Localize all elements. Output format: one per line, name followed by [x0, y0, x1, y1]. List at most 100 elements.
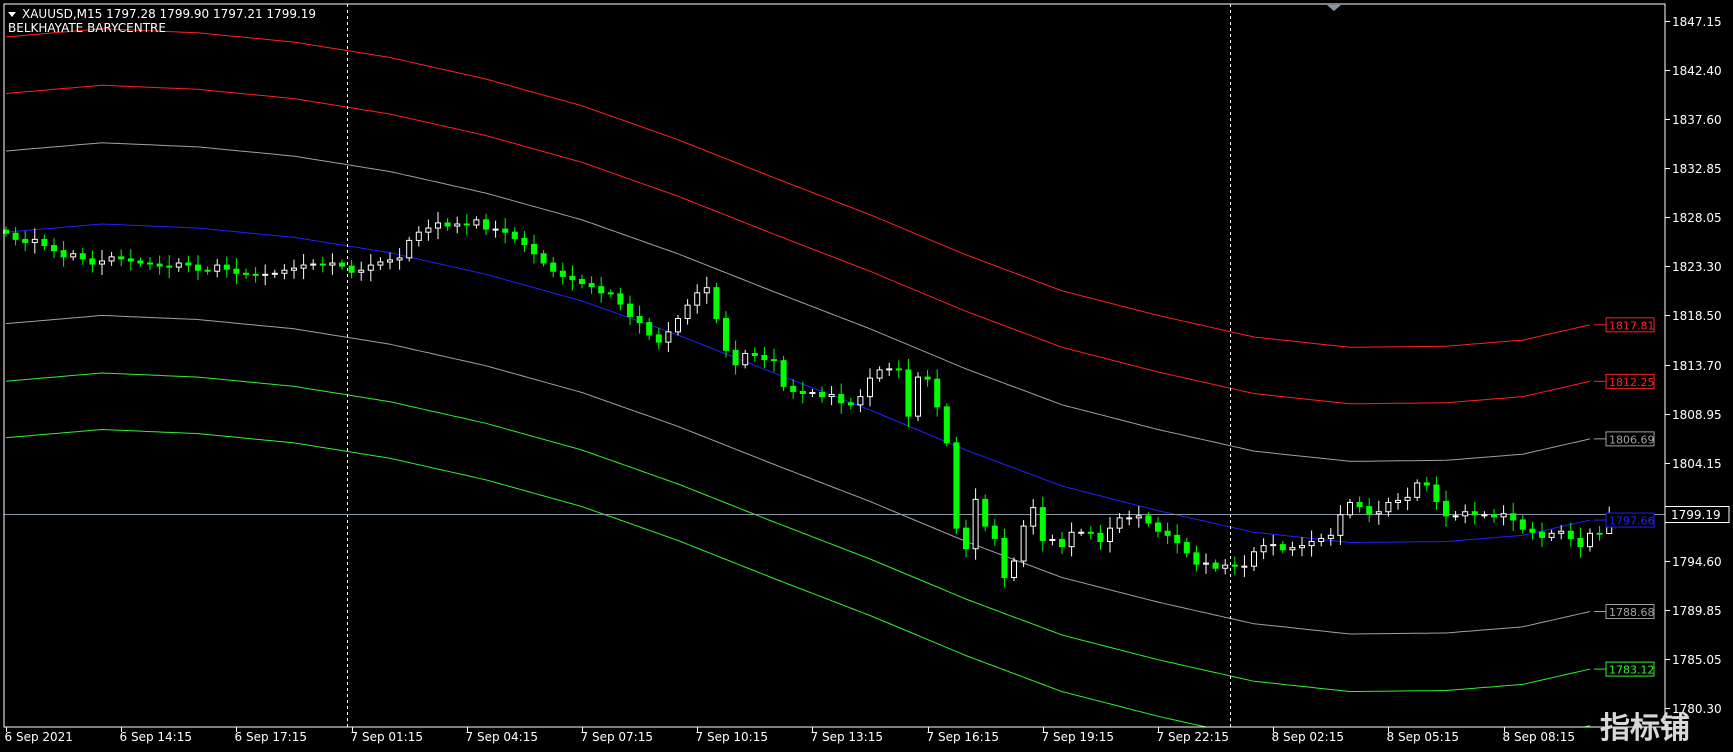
- candle-body: [387, 259, 393, 263]
- candle-body: [819, 392, 825, 398]
- candle-body: [60, 250, 67, 258]
- candle-body: [1327, 534, 1334, 539]
- candle-body: [675, 318, 681, 333]
- candle-body: [1558, 530, 1565, 534]
- price-chart[interactable]: 1817.81 1812.25 1806.69 1797.66 1788.68 1783.…: [0, 0, 1733, 752]
- candle-body: [137, 260, 144, 264]
- candle-body: [895, 368, 902, 371]
- candle-body: [550, 262, 557, 272]
- candle-body: [300, 264, 307, 269]
- candle-body: [665, 331, 672, 343]
- candle-body: [127, 258, 134, 262]
- y-tick-label: 1842.40: [1672, 64, 1722, 78]
- candle-body: [22, 238, 29, 243]
- x-tick-label: 7 Sep 19:15: [1042, 730, 1114, 744]
- candle-body: [1107, 527, 1113, 543]
- candle-body: [771, 359, 777, 362]
- candle-body: [1183, 542, 1190, 554]
- x-tick-label: 7 Sep 01:15: [351, 730, 423, 744]
- candle-body: [444, 222, 451, 227]
- candle-body: [857, 396, 864, 406]
- candle-body: [732, 349, 739, 366]
- band-end-label-upper-2: 1817.81: [1609, 319, 1655, 332]
- candle-body: [1174, 534, 1181, 544]
- candle-body: [1596, 532, 1603, 535]
- candle-body: [943, 406, 950, 444]
- candle-body: [175, 262, 182, 268]
- current-price-label: 1799.19: [1671, 508, 1721, 522]
- candle-body: [655, 334, 662, 343]
- symbol-info: XAUUSD,M15 1797.28 1799.90 1797.21 1799.…: [22, 7, 316, 21]
- candle-body: [1491, 514, 1497, 518]
- candle-body: [636, 315, 643, 324]
- candle-body: [214, 264, 221, 272]
- candle-body: [281, 269, 288, 274]
- candle-body: [982, 498, 989, 527]
- candle-body: [1299, 545, 1305, 549]
- candle: [1414, 479, 1421, 501]
- candle-body: [435, 222, 441, 229]
- candle-body: [291, 267, 297, 271]
- candle: [1020, 520, 1027, 568]
- candle-body: [646, 322, 653, 336]
- y-tick-label: 1789.85: [1672, 604, 1722, 618]
- candle-body: [89, 258, 96, 265]
- candle-body: [1059, 538, 1065, 548]
- x-tick-label: 6 Sep 2021: [5, 730, 73, 744]
- price-axis[interactable]: 1847.15 1842.40 1837.60 1832.85 1828.05 1823.…: [1665, 15, 1722, 716]
- y-tick-label: 1813.70: [1672, 359, 1722, 373]
- candle-body: [1049, 538, 1056, 541]
- candle-body: [905, 369, 912, 417]
- candle-body: [1135, 515, 1142, 519]
- candle-body: [915, 376, 921, 417]
- candle-body: [454, 223, 461, 227]
- y-tick-label: 1837.60: [1672, 113, 1722, 127]
- band-end-label-lower-0: 1788.68: [1609, 606, 1655, 619]
- candle-body: [473, 219, 480, 226]
- candle-body: [51, 245, 57, 252]
- candle-body: [531, 244, 537, 255]
- candle-body: [703, 287, 710, 294]
- x-tick-label: 7 Sep 13:15: [811, 730, 883, 744]
- candle-body: [790, 385, 797, 392]
- x-tick-label: 7 Sep 10:15: [696, 730, 768, 744]
- candle-body: [348, 265, 355, 273]
- candle-body: [1519, 519, 1526, 530]
- candle: [953, 436, 960, 535]
- candle-body: [1385, 501, 1392, 513]
- candle-body: [31, 238, 38, 243]
- candle-body: [185, 262, 192, 266]
- candle-body: [1116, 517, 1123, 529]
- candle-body: [262, 273, 269, 276]
- y-tick-label: 1828.05: [1672, 211, 1722, 225]
- candle-body: [367, 264, 374, 271]
- candle-body: [627, 303, 633, 317]
- x-tick-label: 7 Sep 16:15: [927, 730, 999, 744]
- candle-body: [118, 256, 125, 260]
- candle-body: [1433, 484, 1440, 502]
- candle-body: [963, 527, 969, 550]
- candle-body: [1020, 525, 1027, 562]
- candle-body: [569, 275, 576, 280]
- candle-body: [588, 283, 595, 288]
- candle-body: [1145, 515, 1152, 524]
- candle-body: [1011, 560, 1017, 578]
- candle-body: [415, 231, 422, 241]
- candle-body: [579, 278, 585, 285]
- candle-body: [1462, 511, 1469, 517]
- band-end-label-lower-1: 1783.12: [1609, 664, 1655, 677]
- current-price-tag: 1799.19: [1664, 506, 1730, 523]
- candle-body: [1030, 507, 1037, 527]
- candle-body: [799, 390, 806, 395]
- candle-body: [1212, 562, 1219, 569]
- candle: [780, 355, 787, 392]
- candle-body: [1251, 551, 1257, 567]
- candle-body: [1289, 547, 1296, 551]
- candle-body: [377, 261, 384, 266]
- candle-body: [1423, 482, 1430, 486]
- candle-body: [540, 253, 547, 264]
- candle-body: [559, 270, 566, 277]
- candle-body: [252, 273, 259, 276]
- candle-body: [1471, 511, 1478, 516]
- candle-body: [694, 292, 701, 306]
